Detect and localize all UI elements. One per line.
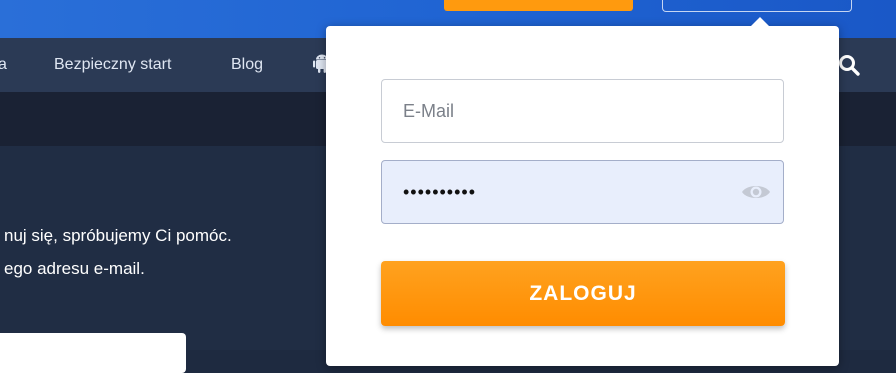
email-input[interactable]: [382, 80, 783, 142]
nav-item-bezpieczny-start[interactable]: Bezpieczny start: [54, 38, 171, 92]
password-field[interactable]: [381, 160, 784, 224]
nav-item-partial[interactable]: a: [0, 38, 7, 92]
password-input[interactable]: [382, 161, 732, 223]
content-email-input[interactable]: [0, 333, 186, 373]
login-submit-button[interactable]: ZALOGUJ: [381, 261, 785, 326]
eye-icon[interactable]: [740, 181, 772, 203]
top-login-button[interactable]: [662, 0, 852, 12]
login-dropdown-panel: ZALOGUJ: [326, 17, 839, 366]
top-cta-button[interactable]: [444, 0, 633, 11]
panel-pointer-arrow: [751, 17, 769, 26]
help-text-line-2: ego adresu e-mail.: [4, 259, 145, 278]
email-field[interactable]: [381, 79, 784, 143]
search-icon[interactable]: [837, 53, 861, 77]
help-text-line-1: nuj się, spróbujemy Ci pomóc.: [4, 226, 232, 245]
nav-item-blog[interactable]: Blog: [231, 38, 263, 92]
